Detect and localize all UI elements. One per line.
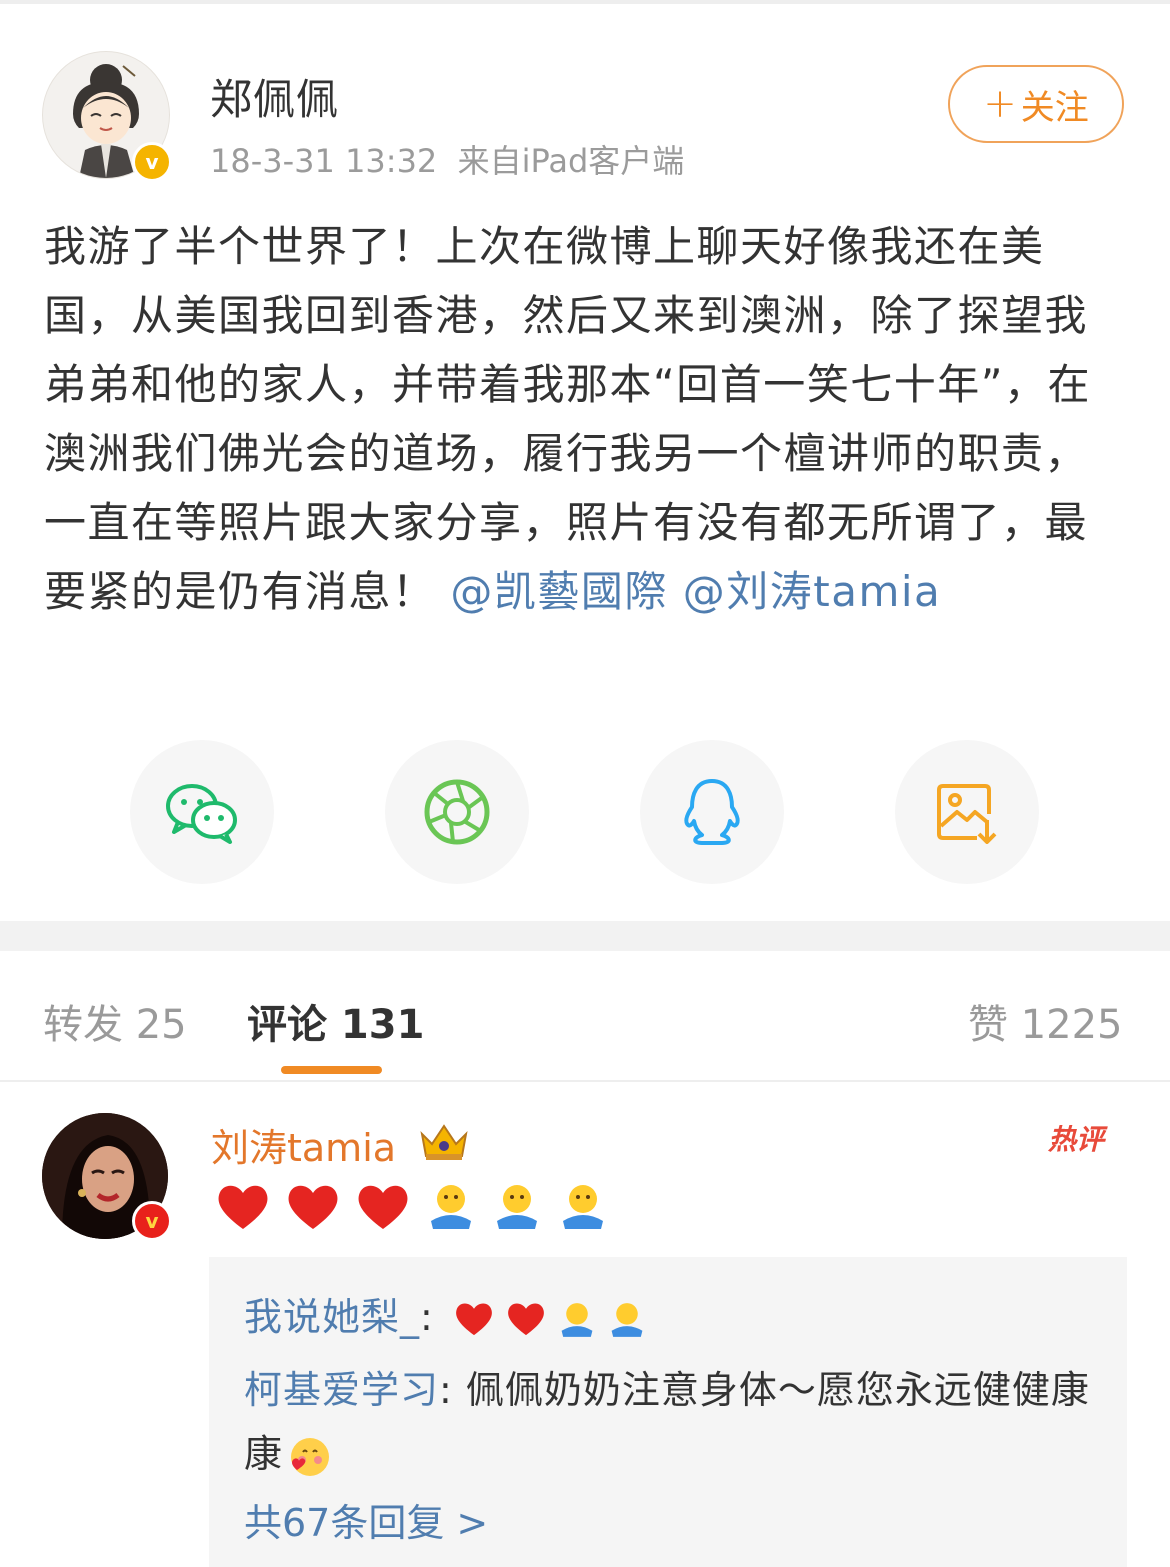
reply-emojis — [289, 1436, 331, 1478]
view-more-replies-link[interactable]: 共67条回复 > — [244, 1492, 488, 1547]
verified-badge-icon: v — [132, 142, 172, 182]
blush-heart-emoji-icon — [291, 1437, 330, 1476]
mention-link[interactable]: @刘涛tamia — [683, 567, 942, 616]
save-image-icon — [937, 784, 997, 844]
tab-like[interactable]: 赞 1225 — [968, 992, 1123, 1050]
crown-icon — [420, 1124, 468, 1160]
reply-emojis — [453, 1300, 647, 1340]
top-separator — [0, 0, 1170, 4]
reply-item[interactable]: 柯基爱学习: 佩佩奶奶注意身体～愿您永远健健康康 — [244, 1358, 1094, 1486]
hug-emoji-icon — [611, 1302, 643, 1337]
hot-comment-badge: 热评 — [1048, 1123, 1105, 1156]
hug-emoji-icon — [563, 1185, 603, 1229]
post-source: 来自iPad客户端 — [457, 142, 685, 180]
section-divider — [0, 921, 1170, 951]
active-tab-indicator — [281, 1066, 382, 1074]
share-wechat-button[interactable] — [130, 740, 274, 884]
comment-emoji-row — [215, 1181, 609, 1233]
heart-icon — [288, 1185, 338, 1229]
reply-item[interactable]: 我说她梨_: — [244, 1286, 647, 1341]
hug-emoji-icon — [431, 1185, 471, 1229]
hug-emoji-icon — [561, 1302, 593, 1337]
mention-link[interactable]: @凯藝國際 — [450, 567, 668, 616]
commenter-name[interactable]: 刘涛tamia — [211, 1117, 396, 1172]
post-timestamp: 18-3-31 13:32 — [210, 142, 438, 180]
follow-button[interactable]: + 关注 — [948, 65, 1124, 143]
hug-emoji-icon — [497, 1185, 537, 1229]
share-qq-button[interactable] — [640, 740, 784, 884]
reply-author[interactable]: 柯基爱学习 — [244, 1368, 439, 1412]
post-author-name[interactable]: 郑佩佩 — [210, 66, 339, 127]
save-image-button[interactable] — [895, 740, 1039, 884]
moments-icon — [424, 779, 490, 845]
heart-icon — [508, 1302, 544, 1335]
heart-icon — [456, 1302, 492, 1335]
heart-icon — [218, 1185, 268, 1229]
post-content: 我游了半个世界了！上次在微博上聊天好像我还在美国，从美国我回到香港，然后又来到澳… — [44, 212, 1124, 626]
share-moments-button[interactable] — [385, 740, 529, 884]
post-meta: 18-3-31 13:32 来自iPad客户端 — [210, 136, 684, 182]
follow-label: 关注 — [1020, 87, 1089, 128]
qq-icon — [684, 779, 740, 845]
plus-icon: + — [983, 81, 1017, 127]
tab-bar-divider — [0, 1080, 1170, 1082]
tab-comment[interactable]: 评论 131 — [247, 992, 424, 1050]
wechat-icon — [166, 784, 237, 844]
tab-repost[interactable]: 转发 25 — [43, 992, 187, 1050]
post-text: 我游了半个世界了！上次在微博上聊天好像我还在美国，从美国我回到香港，然后又来到澳… — [44, 222, 1092, 616]
heart-icon — [358, 1185, 408, 1229]
verified-badge-icon: v — [132, 1201, 172, 1241]
reply-author[interactable]: 我说她梨_ — [244, 1295, 420, 1339]
